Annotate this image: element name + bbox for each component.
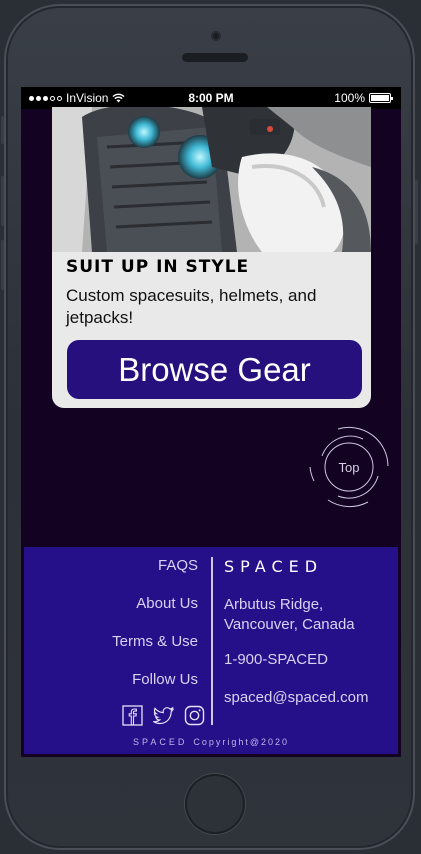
footer-phone[interactable]: 1-900-SPACED — [224, 651, 328, 668]
footer-link-about[interactable]: About Us — [24, 595, 198, 633]
social-links — [122, 705, 205, 726]
copyright: SPACED Copyright@2020 — [24, 737, 398, 747]
copyright-text: Copyright@2020 — [193, 737, 290, 747]
volume-up-button — [1, 176, 4, 226]
site-footer: FAQS About Us Terms & Use Follow Us SPAC… — [24, 547, 398, 754]
home-button[interactable] — [185, 774, 245, 834]
footer-link-terms[interactable]: Terms & Use — [24, 633, 198, 671]
battery-percent: 100% — [334, 91, 365, 105]
footer-address: Arbutus Ridge, Vancouver, Canada — [224, 595, 355, 635]
page-content: Suit up in style Custom spacesuits, helm… — [21, 107, 401, 757]
browse-gear-button[interactable]: Browse Gear — [67, 340, 362, 399]
battery-icon — [369, 93, 393, 103]
status-bar: InVision 8:00 PM 100% — [21, 87, 401, 109]
instagram-icon[interactable] — [184, 705, 205, 726]
front-camera — [211, 31, 221, 41]
footer-link-follow[interactable]: Follow Us — [24, 671, 198, 709]
volume-down-button — [1, 240, 4, 290]
copyright-brand: SPACED — [132, 737, 188, 747]
footer-links: FAQS About Us Terms & Use Follow Us — [24, 557, 198, 709]
earpiece-speaker — [182, 53, 248, 62]
address-line-2: Vancouver, Canada — [224, 616, 355, 633]
spacesuit-helmet-photo — [52, 107, 371, 252]
phone-screen: InVision 8:00 PM 100% SUIT UP IN STYLE C… — [21, 87, 401, 757]
footer-link-faqs[interactable]: FAQS — [24, 557, 198, 595]
mute-switch — [1, 116, 4, 144]
footer-divider — [211, 557, 213, 725]
promo-card: Suit up in style Custom spacesuits, helm… — [52, 107, 371, 408]
card-title: Suit up in style — [66, 257, 250, 277]
card-description: Custom spacesuits, helmets, and jetpacks… — [66, 286, 317, 327]
twitter-icon[interactable] — [153, 705, 174, 726]
facebook-icon[interactable] — [122, 705, 143, 726]
scroll-to-top-button[interactable]: Top — [308, 426, 390, 508]
footer-email[interactable]: spaced@spaced.com — [224, 689, 368, 706]
address-line-1: Arbutus Ridge, — [224, 596, 324, 613]
spacesuit-image — [52, 107, 371, 252]
power-button — [415, 180, 418, 244]
top-label: Top — [338, 459, 360, 475]
footer-brand: SPACED — [224, 557, 324, 576]
